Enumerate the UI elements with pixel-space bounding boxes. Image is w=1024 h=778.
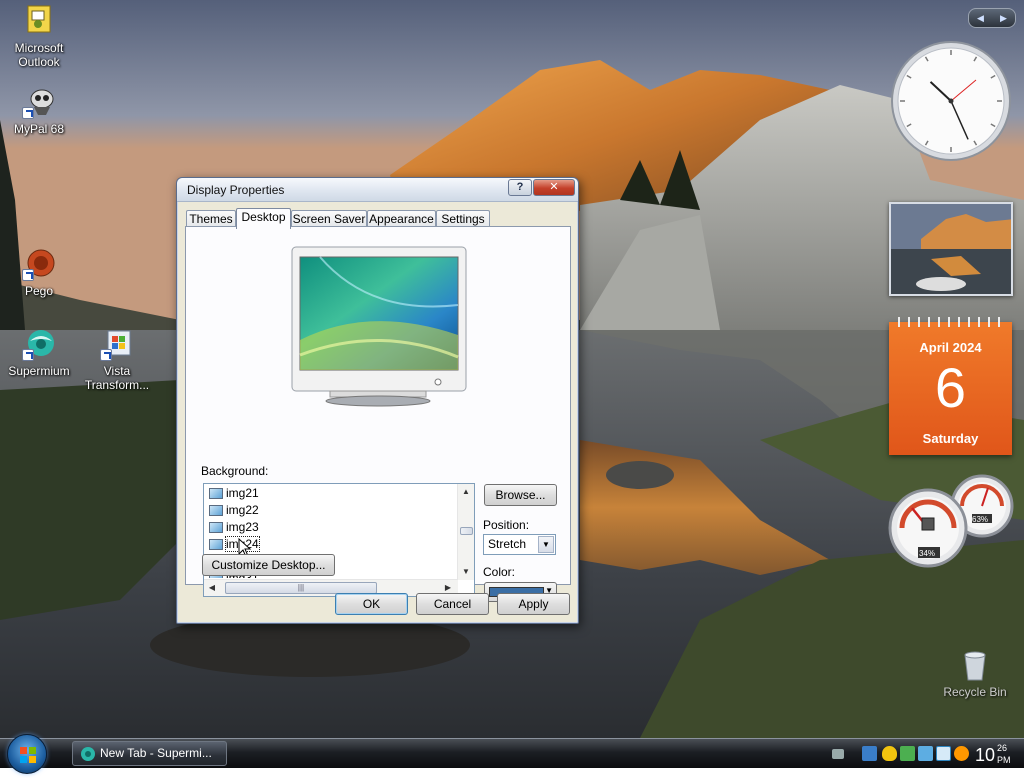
monitor-preview <box>290 245 470 407</box>
outlook-icon <box>22 4 56 38</box>
cpu-meter-gadget: 34% 63% <box>888 474 1016 570</box>
clock-minute: 26 <box>997 743 1008 753</box>
cpu-percent: 34% <box>919 549 936 558</box>
color-label: Color: <box>483 565 516 579</box>
calendar-weekday: Saturday <box>922 431 979 446</box>
cpu-meter-icon <box>888 474 1014 568</box>
scroll-thumb-vertical[interactable] <box>460 527 473 535</box>
slideshow-gadget[interactable] <box>889 202 1013 296</box>
supermium-icon <box>81 747 95 761</box>
close-button[interactable]: ✕ <box>533 179 575 196</box>
desktop-icon-label: Outlook <box>18 55 60 69</box>
mypal-icon <box>22 85 56 119</box>
desktop-tab-panel: Background: img21 img22 img23 img24 img3… <box>185 226 571 602</box>
help-button[interactable]: ? <box>508 179 532 196</box>
desktop-icon-label: Transform... <box>84 378 150 392</box>
taskbar: New Tab - Supermi... 10 26 PM <box>0 734 1024 774</box>
browse-button[interactable]: Browse... <box>484 484 557 506</box>
background-listbox[interactable]: img21 img22 img23 img24 img30 img31 <box>203 483 475 597</box>
list-item-label: img22 <box>226 503 259 517</box>
list-item[interactable]: img23 <box>209 519 259 536</box>
list-item-label: img21 <box>226 486 259 500</box>
desktop-icon-label: MyPal 68 <box>13 122 65 136</box>
image-file-icon <box>209 505 223 516</box>
position-select-value: Stretch <box>488 537 527 551</box>
window-icon[interactable] <box>936 746 951 761</box>
list-item-label: img23 <box>226 520 259 534</box>
dialog-titlebar[interactable]: Display Properties ? ✕ <box>177 178 578 202</box>
shortcut-arrow-icon <box>22 269 34 281</box>
customize-desktop-button[interactable]: Customize Desktop... <box>202 554 335 576</box>
cancel-button[interactable]: Cancel <box>416 593 489 615</box>
clock-face-icon <box>891 41 1011 161</box>
next-page-icon[interactable]: ▶ <box>1000 13 1007 24</box>
list-item[interactable]: img22 <box>209 502 259 519</box>
taskbar-button-supermium[interactable]: New Tab - Supermi... <box>72 741 227 766</box>
pego-icon <box>22 247 56 281</box>
monitor-icon <box>291 246 467 407</box>
supermium-icon <box>22 327 56 361</box>
display-properties-dialog: Display Properties ? ✕ Themes Desktop Sc… <box>176 177 579 624</box>
clock-hour: 10 <box>975 745 996 765</box>
sidebar-nav-control[interactable]: ◀ ▶ <box>968 8 1016 28</box>
recycle-bin-icon <box>964 651 986 681</box>
image-file-icon <box>209 539 223 550</box>
search-icon[interactable] <box>954 746 969 761</box>
ok-button[interactable]: OK <box>335 593 408 615</box>
desktop-icon-label: Pego <box>24 284 54 298</box>
image-file-icon <box>209 522 223 533</box>
start-button[interactable] <box>7 734 47 774</box>
calendar-month: April 2024 <box>919 340 982 355</box>
windows-logo-icon <box>20 747 36 763</box>
ram-percent: 63% <box>972 515 989 524</box>
keyboard-icon[interactable] <box>832 749 844 759</box>
clock-gadget <box>890 40 1012 162</box>
tab-desktop[interactable]: Desktop <box>236 208 291 229</box>
recycle-bin-label: Recycle Bin <box>943 685 1007 699</box>
desktop-icon-label: Vista <box>103 364 131 378</box>
sync-icon[interactable] <box>900 746 915 761</box>
previous-page-icon[interactable]: ◀ <box>977 13 984 24</box>
calendar-gadget[interactable]: April 2024 6 Saturday <box>889 317 1012 455</box>
desktop-icon-outlook[interactable]: Microsoft Outlook <box>0 4 78 69</box>
position-label: Position: <box>483 518 530 532</box>
list-item[interactable]: img21 <box>209 485 259 502</box>
background-label: Background: <box>201 464 269 478</box>
desktop-icon-label: Supermium <box>8 364 70 378</box>
image-file-icon <box>209 488 223 499</box>
shortcut-arrow-icon <box>22 349 34 361</box>
desktop-icon-recycle-bin[interactable]: Recycle Bin <box>940 650 1010 699</box>
scroll-up-icon[interactable]: ▲ <box>458 484 474 500</box>
desktop-icon-vista-transform[interactable]: Vista Transform... <box>78 327 156 392</box>
desktop-icon-mypal[interactable]: MyPal 68 <box>0 85 78 136</box>
desktop-icon-supermium[interactable]: Supermium <box>0 327 78 378</box>
vista-transform-icon <box>100 327 134 361</box>
listbox-vertical-scrollbar[interactable]: ▲ ▼ <box>457 484 474 580</box>
desktop-icon-pego[interactable]: Pego <box>0 247 78 298</box>
security-shield-icon[interactable] <box>882 746 897 761</box>
apply-button[interactable]: Apply <box>497 593 570 615</box>
display-icon[interactable] <box>918 746 933 761</box>
desktop-icon-label: Microsoft <box>14 41 64 55</box>
scroll-down-icon[interactable]: ▼ <box>458 564 474 580</box>
dialog-title: Display Properties <box>187 183 285 197</box>
clock-ampm: PM <box>997 755 1011 765</box>
scroll-left-icon[interactable]: ◀ <box>204 580 220 596</box>
shortcut-arrow-icon <box>100 349 112 361</box>
calendar-rings <box>893 317 1008 327</box>
shortcut-arrow-icon <box>22 107 34 119</box>
calendar-day: 6 <box>934 356 967 419</box>
taskbar-button-label: New Tab - Supermi... <box>100 746 212 760</box>
chevron-down-icon[interactable]: ▼ <box>538 536 554 553</box>
slideshow-photo <box>891 204 1011 294</box>
position-select[interactable]: Stretch ▼ <box>483 534 556 555</box>
network-icon[interactable] <box>862 746 877 761</box>
